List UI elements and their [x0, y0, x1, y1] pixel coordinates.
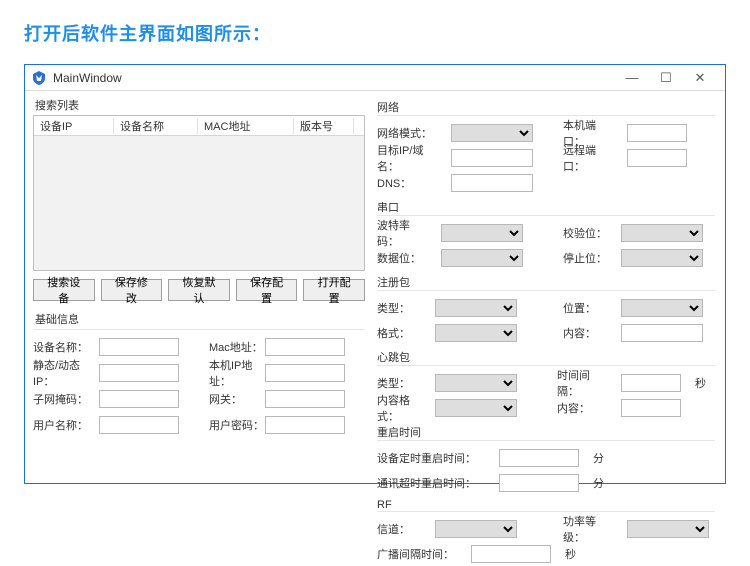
dev-reboot-input[interactable] [499, 449, 579, 467]
broadcast-unit: 秒 [565, 546, 576, 562]
col-name[interactable]: 设备名称 [114, 118, 198, 134]
minimize-button[interactable]: ― [615, 68, 649, 88]
label-dns: DNS： [377, 175, 441, 191]
save-changes-button[interactable]: 保存修改 [101, 279, 163, 301]
remote-port-input[interactable] [627, 149, 687, 167]
close-button[interactable]: ✕ [683, 68, 717, 88]
search-device-button[interactable]: 搜索设备 [33, 279, 95, 301]
col-ip[interactable]: 设备IP [34, 118, 114, 134]
network-title: 网络 [377, 99, 715, 115]
search-panel-title: 搜索列表 [35, 97, 365, 113]
label-target: 目标IP/域名： [377, 142, 441, 174]
basic-info-title: 基础信息 [35, 311, 365, 327]
maximize-button[interactable]: ☐ [649, 68, 683, 88]
static-ip-input[interactable] [99, 364, 179, 382]
target-input[interactable] [451, 149, 533, 167]
device-name-input[interactable] [99, 338, 179, 356]
broadcast-input[interactable] [471, 545, 551, 563]
label-comm-reboot: 通讯超时重启时间： [377, 475, 489, 491]
open-config-button[interactable]: 打开配置 [303, 279, 365, 301]
label-remote-port: 远程端口： [563, 142, 617, 174]
col-ver[interactable]: 版本号 [294, 118, 354, 134]
baud-select[interactable] [441, 224, 523, 242]
net-mode-select[interactable] [451, 124, 533, 142]
label-baud: 波特率码： [377, 217, 431, 249]
label-subnet: 子网掩码： [33, 391, 99, 407]
label-static-ip: 静态/动态IP： [33, 357, 99, 389]
label-reg-pos: 位置： [563, 300, 611, 316]
pwd-input[interactable] [265, 416, 345, 434]
label-pwd: 用户密码： [209, 417, 265, 433]
databits-select[interactable] [441, 249, 523, 267]
reg-content-input[interactable] [621, 324, 703, 342]
label-mac: Mac地址： [209, 339, 265, 355]
label-user: 用户名称： [33, 417, 99, 433]
label-broadcast: 广播间隔时间： [377, 546, 461, 562]
device-list[interactable]: 设备IP 设备名称 MAC地址 版本号 [33, 115, 365, 271]
save-config-button[interactable]: 保存配置 [236, 279, 298, 301]
subnet-input[interactable] [99, 390, 179, 408]
parity-select[interactable] [621, 224, 703, 242]
reg-type-select[interactable] [435, 299, 517, 317]
comm-reboot-unit: 分 [593, 475, 604, 491]
label-local-ip: 本机IP地址： [209, 357, 265, 389]
local-port-input[interactable] [627, 124, 687, 142]
gateway-input[interactable] [265, 390, 345, 408]
window-title: MainWindow [53, 71, 122, 85]
label-gateway: 网关： [209, 391, 265, 407]
label-channel: 信道： [377, 521, 425, 537]
label-reg-content: 内容： [563, 325, 611, 341]
register-title: 注册包 [377, 274, 715, 290]
label-parity: 校验位： [563, 225, 611, 241]
label-stopbits: 停止位： [563, 250, 611, 266]
hb-type-select[interactable] [435, 374, 517, 392]
label-hb-type: 类型： [377, 375, 425, 391]
title-bar: MainWindow ― ☐ ✕ [25, 65, 725, 91]
reg-format-select[interactable] [435, 324, 517, 342]
reboot-title: 重启时间 [377, 424, 715, 440]
label-reg-format: 格式： [377, 325, 425, 341]
local-ip-input[interactable] [265, 364, 345, 382]
col-mac[interactable]: MAC地址 [198, 118, 294, 134]
label-databits: 数据位： [377, 250, 431, 266]
label-net-mode: 网络模式： [377, 125, 441, 141]
hb-interval-input[interactable] [621, 374, 681, 392]
hb-content-input[interactable] [621, 399, 681, 417]
power-select[interactable] [627, 520, 709, 538]
serial-title: 串口 [377, 199, 715, 215]
page-caption: 打开后软件主界面如图所示： [24, 20, 726, 46]
mac-input[interactable] [265, 338, 345, 356]
heartbeat-title: 心跳包 [377, 349, 715, 365]
main-window: MainWindow ― ☐ ✕ 搜索列表 设备IP 设备名称 MAC地址 版本… [24, 64, 726, 484]
device-list-header: 设备IP 设备名称 MAC地址 版本号 [34, 116, 364, 136]
label-device-name: 设备名称： [33, 339, 99, 355]
stopbits-select[interactable] [621, 249, 703, 267]
restore-default-button[interactable]: 恢复默认 [168, 279, 230, 301]
label-reg-type: 类型： [377, 300, 425, 316]
rf-title: RF [377, 499, 715, 511]
comm-reboot-input[interactable] [499, 474, 579, 492]
label-power: 功率等级： [563, 513, 617, 545]
channel-select[interactable] [435, 520, 517, 538]
dns-input[interactable] [451, 174, 533, 192]
dev-reboot-unit: 分 [593, 450, 604, 466]
hb-format-select[interactable] [435, 399, 517, 417]
user-input[interactable] [99, 416, 179, 434]
reg-pos-select[interactable] [621, 299, 703, 317]
label-hb-format: 内容格式： [377, 392, 425, 424]
app-icon [31, 70, 47, 86]
hb-unit-sec: 秒 [695, 375, 706, 391]
label-dev-reboot: 设备定时重启时间： [377, 450, 489, 466]
label-hb-content: 内容： [557, 400, 611, 416]
label-hb-interval: 时间间隔： [557, 367, 611, 399]
